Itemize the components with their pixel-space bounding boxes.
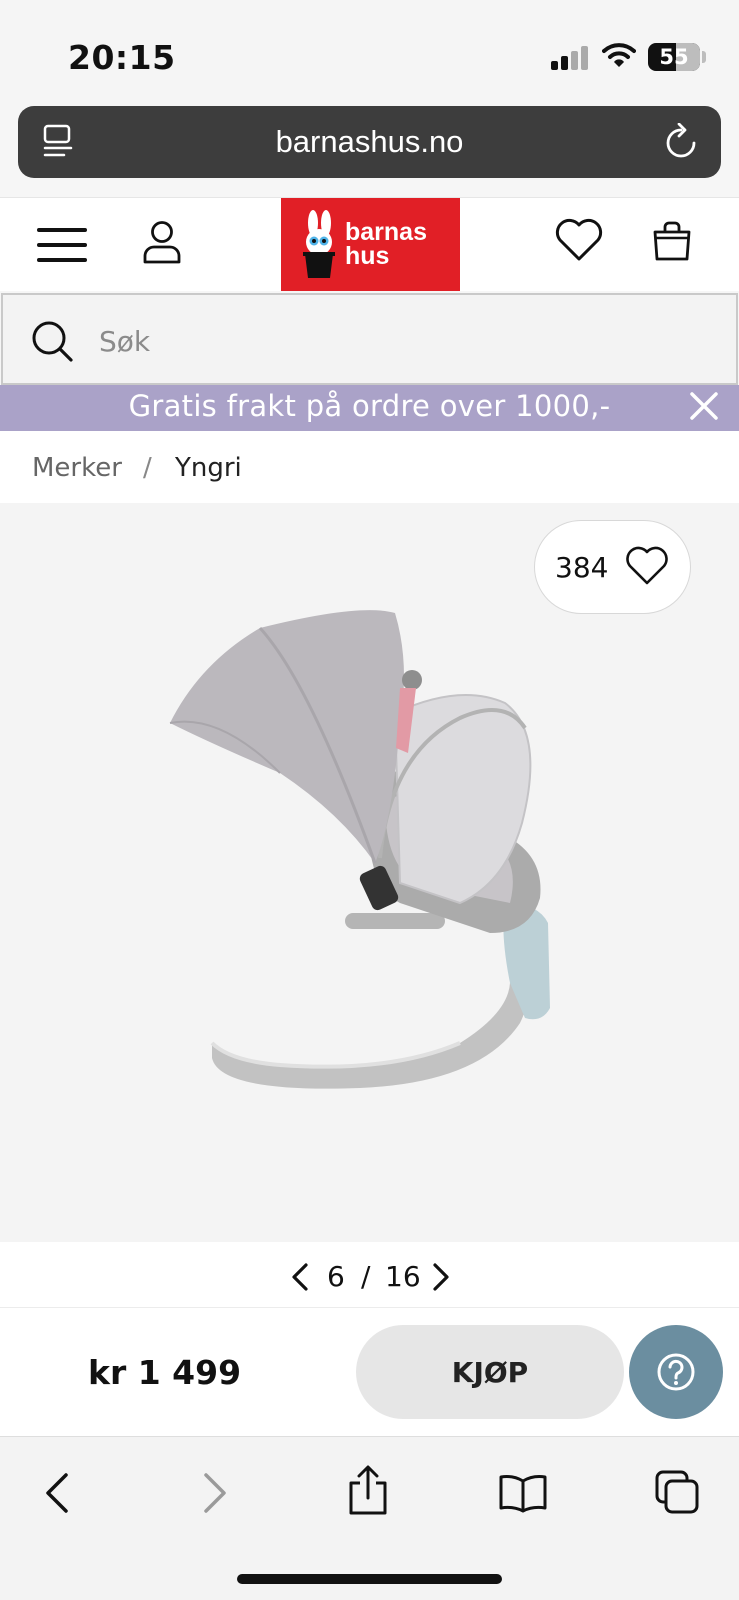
logo-wordmark: barnas hus — [345, 218, 427, 270]
url-text[interactable]: barnashus.no — [18, 124, 721, 160]
back-icon[interactable] — [42, 1471, 72, 1515]
favorite-count: 384 — [555, 551, 609, 584]
status-bar: 20:15 55 — [0, 0, 739, 110]
chevron-right-icon[interactable] — [430, 1262, 452, 1292]
promo-text: Gratis frakt på ordre over 1000,- — [128, 389, 611, 423]
bag-icon[interactable] — [652, 220, 692, 262]
battery-indicator: 55 — [648, 43, 700, 71]
share-icon[interactable] — [346, 1465, 390, 1517]
signal-icon — [551, 46, 591, 70]
promo-banner: Gratis frakt på ordre over 1000,- — [0, 385, 739, 431]
breadcrumb-item-merker[interactable]: Merker — [32, 453, 122, 483]
tabs-icon[interactable] — [654, 1469, 700, 1515]
wifi-icon — [602, 43, 636, 67]
site-header: barnas hus — [0, 197, 739, 291]
breadcrumb: Merker / Yngri — [0, 431, 739, 503]
chevron-left-icon[interactable] — [289, 1262, 311, 1292]
bunny-logo-icon — [303, 210, 335, 278]
search-icon — [32, 321, 73, 362]
account-icon[interactable] — [142, 220, 182, 264]
search-placeholder[interactable]: Søk — [99, 325, 150, 358]
pager-separator: / — [361, 1260, 371, 1293]
address-bar[interactable]: barnashus.no — [18, 106, 721, 178]
help-button[interactable] — [629, 1325, 723, 1419]
home-indicator — [237, 1574, 502, 1584]
reload-icon[interactable] — [663, 123, 699, 161]
breadcrumb-item-yngri[interactable]: Yngri — [175, 453, 242, 483]
bookmarks-icon[interactable] — [498, 1473, 548, 1513]
purchase-bar: kr 1 499 KJØP — [0, 1308, 739, 1436]
close-icon[interactable] — [689, 391, 719, 421]
favorite-button[interactable]: 384 — [534, 520, 691, 614]
product-gallery[interactable]: 384 — [0, 503, 739, 1242]
battery-nub — [702, 51, 706, 63]
breadcrumb-separator: / — [143, 453, 152, 483]
pager-total: 16 — [385, 1260, 421, 1293]
hamburger-icon[interactable] — [37, 227, 87, 263]
product-price: kr 1 499 — [88, 1353, 242, 1392]
product-image[interactable] — [160, 603, 580, 1123]
status-time: 20:15 — [68, 38, 176, 77]
browser-toolbar — [0, 1436, 739, 1600]
pager-current: 6 — [327, 1260, 345, 1293]
site-logo[interactable]: barnas hus — [281, 198, 460, 291]
gallery-pager: 6 / 16 — [0, 1242, 739, 1308]
forward-icon[interactable] — [200, 1471, 230, 1515]
heart-icon — [626, 546, 668, 585]
search-input[interactable]: Søk — [1, 293, 738, 385]
wishlist-icon[interactable] — [555, 218, 603, 262]
buy-button[interactable]: KJØP — [356, 1325, 624, 1419]
help-icon — [657, 1353, 695, 1391]
